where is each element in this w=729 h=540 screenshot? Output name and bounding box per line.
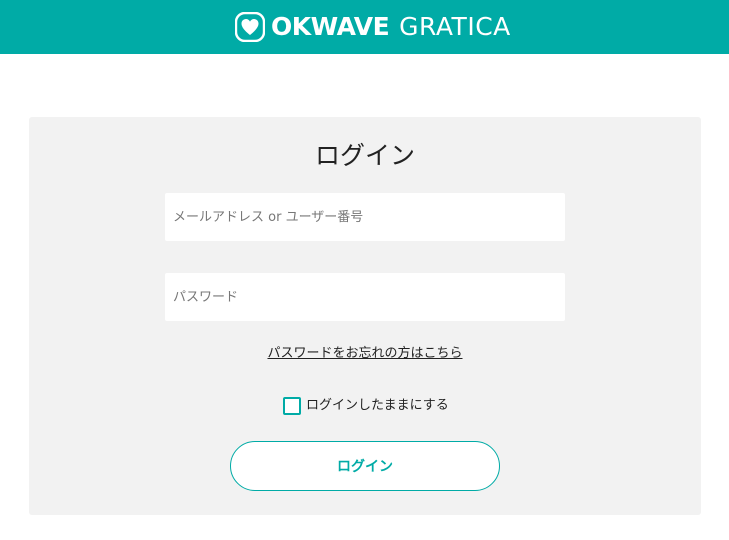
forgot-password-link[interactable]: パスワードをお忘れの方はこちら — [267, 346, 462, 361]
page-title: ログイン — [314, 141, 415, 170]
top-header: OKWAVE GRATICA — [0, 0, 729, 54]
logo-okwave-text: OKWAVE — [271, 11, 390, 41]
password-field[interactable] — [165, 273, 565, 321]
remember-me-option[interactable]: ログインしたままにする — [283, 397, 449, 415]
heart-icon — [235, 11, 265, 42]
email-field[interactable] — [165, 193, 565, 241]
forgot-password-container: パスワードをお忘れの方はこちら — [29, 345, 701, 363]
login-card: ログイン パスワードをお忘れの方はこちら ログインしたままにする ログイン — [29, 117, 701, 515]
remember-me-label[interactable]: ログインしたままにする — [306, 397, 449, 415]
login-button[interactable]: ログイン — [230, 441, 500, 491]
remember-me-checkbox[interactable] — [283, 397, 301, 415]
logo[interactable]: OKWAVE GRATICA — [235, 11, 511, 42]
logo-gratica-text: GRATICA — [399, 11, 511, 41]
